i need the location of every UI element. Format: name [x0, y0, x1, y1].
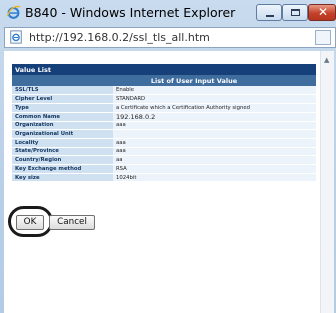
row-value: aaa: [113, 147, 316, 157]
table-row: Type a Certificate which a Certification …: [12, 103, 316, 113]
table-row: State/Province aaa: [12, 147, 316, 157]
value-table: List of User Input Value SSL/TLS Enable C…: [12, 75, 316, 183]
row-value: RSA: [113, 164, 316, 174]
table-row: Locality aaa: [12, 138, 316, 148]
row-label: Type: [12, 103, 113, 113]
row-label: State/Province: [12, 147, 113, 157]
row-value: aaa: [113, 121, 316, 131]
page-icon: [10, 30, 22, 44]
panel-title: Value List: [12, 64, 316, 75]
url-text[interactable]: http://192.168.0.2/ssl_tls_all.htm: [29, 31, 210, 44]
row-value: 1024bit: [113, 173, 316, 183]
table-row: SSL/TLS Enable: [12, 86, 316, 96]
row-label: Common Name: [12, 112, 113, 122]
row-label: Organizational Unit: [12, 129, 113, 139]
ok-button[interactable]: OK: [16, 215, 44, 230]
row-label: SSL/TLS: [12, 86, 113, 96]
scroll-up-arrow-icon[interactable]: ▲: [324, 56, 329, 64]
close-button[interactable]: ✕: [308, 4, 336, 21]
row-value: [113, 129, 316, 139]
row-value: aaa: [113, 138, 316, 148]
row-value: 192.168.0.2: [113, 112, 316, 122]
close-icon: ✕: [318, 5, 329, 19]
row-label: Key size: [12, 173, 113, 183]
row-label: Cipher Level: [12, 94, 113, 104]
table-row: Country/Region aa: [12, 155, 316, 165]
minimize-button[interactable]: [256, 4, 282, 21]
maximize-icon: [291, 9, 300, 16]
value-list-panel: Value List List of User Input Value SSL/…: [12, 64, 316, 183]
row-label: Country/Region: [12, 155, 113, 165]
row-value: STANDARD: [113, 94, 316, 104]
title-bar[interactable]: B840 - Windows Internet Explorer ✕: [0, 0, 336, 26]
table-header: List of User Input Value: [12, 75, 316, 86]
address-bar[interactable]: http://192.168.0.2/ssl_tls_all.htm: [4, 27, 336, 48]
row-value: Enable: [113, 86, 316, 96]
ie-logo-icon: [6, 5, 21, 19]
table-row: Organizational Unit: [12, 129, 316, 139]
table-row: Key size 1024bit: [12, 173, 316, 183]
compatibility-view-icon[interactable]: [315, 30, 331, 45]
window-title: B840 - Windows Internet Explorer: [25, 5, 236, 20]
row-label: Key Exchange method: [12, 164, 113, 174]
cancel-button[interactable]: Cancel: [49, 215, 95, 230]
table-row: Cipher Level STANDARD: [12, 94, 316, 104]
maximize-button[interactable]: [282, 4, 308, 21]
vertical-scrollbar[interactable]: ▲: [320, 51, 334, 313]
table-row: Key Exchange method RSA: [12, 164, 316, 174]
row-value: a Certificate which a Certification Auth…: [113, 103, 316, 113]
table-row: Organization aaa: [12, 121, 316, 131]
row-label: Organization: [12, 121, 113, 131]
browser-window: B840 - Windows Internet Explorer ✕ http:…: [0, 0, 336, 313]
minimize-icon: [266, 15, 274, 17]
row-value: aa: [113, 155, 316, 165]
table-row: Common Name 192.168.0.2: [12, 112, 316, 122]
row-label: Locality: [12, 138, 113, 148]
